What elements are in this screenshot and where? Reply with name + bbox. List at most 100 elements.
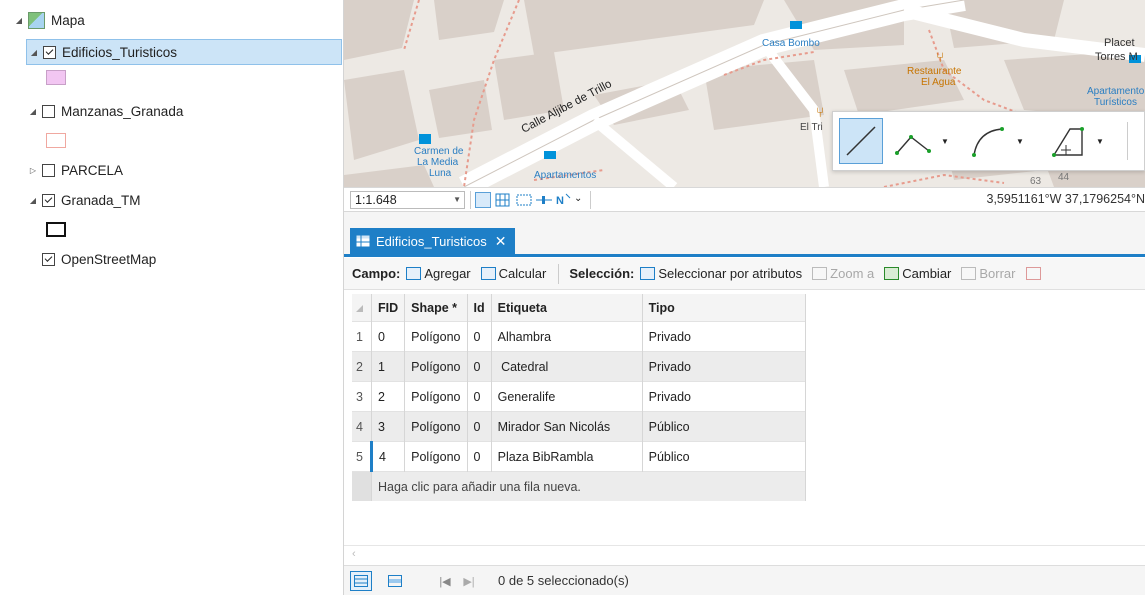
column-header-shape[interactable]: Shape *	[404, 294, 468, 322]
grid-icon[interactable]	[495, 192, 511, 208]
cell-id[interactable]: 0	[467, 321, 492, 352]
show-all-records-button[interactable]	[350, 571, 372, 591]
refresh-icon[interactable]	[516, 192, 532, 208]
chevron-down-icon[interactable]: ▼	[453, 192, 461, 208]
scale-value: 1:1.648	[355, 193, 397, 207]
line-tool-button[interactable]	[839, 118, 883, 164]
expand-triangle-icon[interactable]: ▷	[28, 166, 38, 175]
select-all-corner[interactable]	[352, 294, 372, 322]
select-by-attributes-button[interactable]: Seleccionar por atributos	[640, 266, 802, 281]
toc-layer-edificios-turisticos[interactable]: ◢ Edificios_Turisticos	[26, 39, 342, 65]
show-selected-records-button[interactable]	[384, 571, 406, 591]
map-label-number: 44	[1058, 172, 1070, 183]
cell-shape[interactable]: Polígono	[404, 321, 468, 352]
cell-shape[interactable]: Polígono	[404, 381, 468, 412]
toc-map-node[interactable]: ◢ Mapa	[14, 9, 85, 31]
column-header-etiqueta[interactable]: Etiqueta	[491, 294, 643, 322]
arc-tool-button[interactable]: ▼	[968, 118, 1024, 164]
collapse-triangle-icon[interactable]: ◢	[29, 48, 39, 57]
road	[590, 116, 678, 187]
cell-tipo[interactable]: Público	[642, 441, 806, 472]
polyline-tool-button[interactable]: ▼	[893, 118, 949, 164]
add-field-button[interactable]: Agregar	[406, 266, 471, 281]
toc-layer-openstreetmap[interactable]: OpenStreetMap	[42, 248, 156, 270]
tab-edificios-turisticos[interactable]: Edificios_Turisticos ✕	[350, 228, 515, 254]
chevron-down-icon[interactable]: ⌄	[574, 193, 582, 204]
row-number[interactable]: 4	[352, 411, 372, 442]
column-header-id[interactable]: Id	[467, 294, 492, 322]
collapse-triangle-icon[interactable]: ◢	[28, 107, 38, 116]
table-row[interactable]: 3 2 Polígono 0 Generalife Privado	[352, 381, 806, 412]
chevron-down-icon[interactable]: ▼	[1016, 137, 1024, 146]
layer-visibility-checkbox[interactable]	[43, 45, 56, 59]
zoom-to-icon	[812, 267, 828, 280]
close-icon[interactable]: ✕	[495, 233, 507, 250]
cell-etiqueta[interactable]: Generalife	[491, 381, 643, 412]
chevron-down-icon[interactable]: ▼	[1096, 137, 1104, 146]
scroll-left-icon[interactable]: ‹	[352, 548, 356, 560]
cell-tipo[interactable]: Privado	[642, 381, 806, 412]
add-row-hint[interactable]: Haga clic para añadir una fila nueva.	[371, 471, 806, 501]
table-row[interactable]: 1 0 Polígono 0 Alhambra Privado	[352, 321, 806, 352]
switch-selection-icon	[884, 267, 900, 280]
cell-fid[interactable]: 0	[371, 321, 406, 352]
chevron-down-icon[interactable]: ▼	[941, 137, 949, 146]
pause-drawing-icon[interactable]	[536, 192, 552, 208]
toc-layer-manzanas-granada[interactable]: ◢ Manzanas_Granada	[28, 100, 183, 122]
cell-tipo[interactable]: Privado	[642, 321, 806, 352]
cell-id[interactable]: 0	[467, 411, 492, 442]
column-header-tipo[interactable]: Tipo	[642, 294, 806, 322]
last-record-icon[interactable]: ▶|	[458, 571, 480, 591]
cell-tipo[interactable]: Público	[642, 411, 806, 442]
row-number[interactable]: 2	[352, 351, 372, 382]
layer-symbol-swatch[interactable]	[46, 133, 66, 148]
cell-id[interactable]: 0	[467, 441, 492, 472]
row-number[interactable]: 1	[352, 321, 372, 352]
layer-visibility-checkbox[interactable]	[42, 252, 55, 266]
table-row[interactable]: 4 3 Polígono 0 Mirador San Nicolás Públi…	[352, 411, 806, 442]
collapse-triangle-icon[interactable]: ◢	[14, 16, 24, 25]
cell-etiqueta[interactable]: Catedral	[491, 351, 643, 382]
snapping-grid-icon[interactable]	[475, 192, 491, 208]
first-record-icon[interactable]: |◀	[434, 571, 456, 591]
layer-visibility-checkbox[interactable]	[42, 104, 55, 118]
cell-etiqueta[interactable]: Alhambra	[491, 321, 643, 352]
cell-tipo[interactable]: Privado	[642, 351, 806, 382]
map-status-bar: 1:1.648 ▼ N ⌄ 3,5951161°W 37,1796254°N	[344, 187, 1145, 212]
restaurant-icon: ⑂	[816, 104, 824, 120]
snapping-icon[interactable]: N	[556, 192, 572, 208]
add-row-placeholder[interactable]: Haga clic para añadir una fila nueva.	[352, 471, 806, 501]
cell-fid[interactable]: 1	[371, 351, 406, 382]
horizontal-scrollbar[interactable]: ‹	[344, 545, 1145, 565]
zoom-to-button[interactable]: Zoom a	[812, 266, 874, 281]
row-number[interactable]: 5	[352, 441, 373, 472]
table-row[interactable]: 2 1 Polígono 0 Catedral Privado	[352, 351, 806, 382]
switch-selection-button[interactable]: Cambiar	[884, 266, 951, 281]
scale-selector[interactable]: 1:1.648 ▼	[350, 191, 465, 209]
cell-etiqueta[interactable]: Mirador San Nicolás	[491, 411, 643, 442]
layer-symbol-swatch[interactable]	[46, 222, 66, 237]
clear-selection-button[interactable]: Borrar	[961, 266, 1016, 281]
layer-symbol-swatch[interactable]	[46, 70, 66, 85]
building	[344, 70, 419, 160]
cell-fid[interactable]: 3	[371, 411, 406, 442]
toc-layer-granada-tm[interactable]: ◢ Granada_TM	[28, 189, 141, 211]
toc-layer-parcela[interactable]: ▷ PARCELA	[28, 159, 123, 181]
delete-selected-button[interactable]	[1025, 267, 1044, 280]
cell-etiqueta[interactable]: Plaza BibRambla	[491, 441, 643, 472]
row-number[interactable]: 3	[352, 381, 372, 412]
collapse-triangle-icon[interactable]: ◢	[28, 196, 38, 205]
cell-shape[interactable]: Polígono	[404, 351, 468, 382]
table-row[interactable]: 5 4 Polígono 0 Plaza BibRambla Público	[352, 441, 806, 472]
polygon-tool-button[interactable]: ▼	[1048, 118, 1104, 164]
cell-fid[interactable]: 4	[371, 441, 406, 472]
layer-visibility-checkbox[interactable]	[42, 163, 55, 177]
calculate-field-button[interactable]: Calcular	[480, 266, 546, 281]
cell-id[interactable]: 0	[467, 351, 492, 382]
column-header-fid[interactable]: FID	[371, 294, 406, 322]
cell-fid[interactable]: 2	[371, 381, 406, 412]
cell-id[interactable]: 0	[467, 381, 492, 412]
cell-shape[interactable]: Polígono	[404, 411, 468, 442]
cell-shape[interactable]: Polígono	[404, 441, 468, 472]
layer-visibility-checkbox[interactable]	[42, 193, 55, 207]
